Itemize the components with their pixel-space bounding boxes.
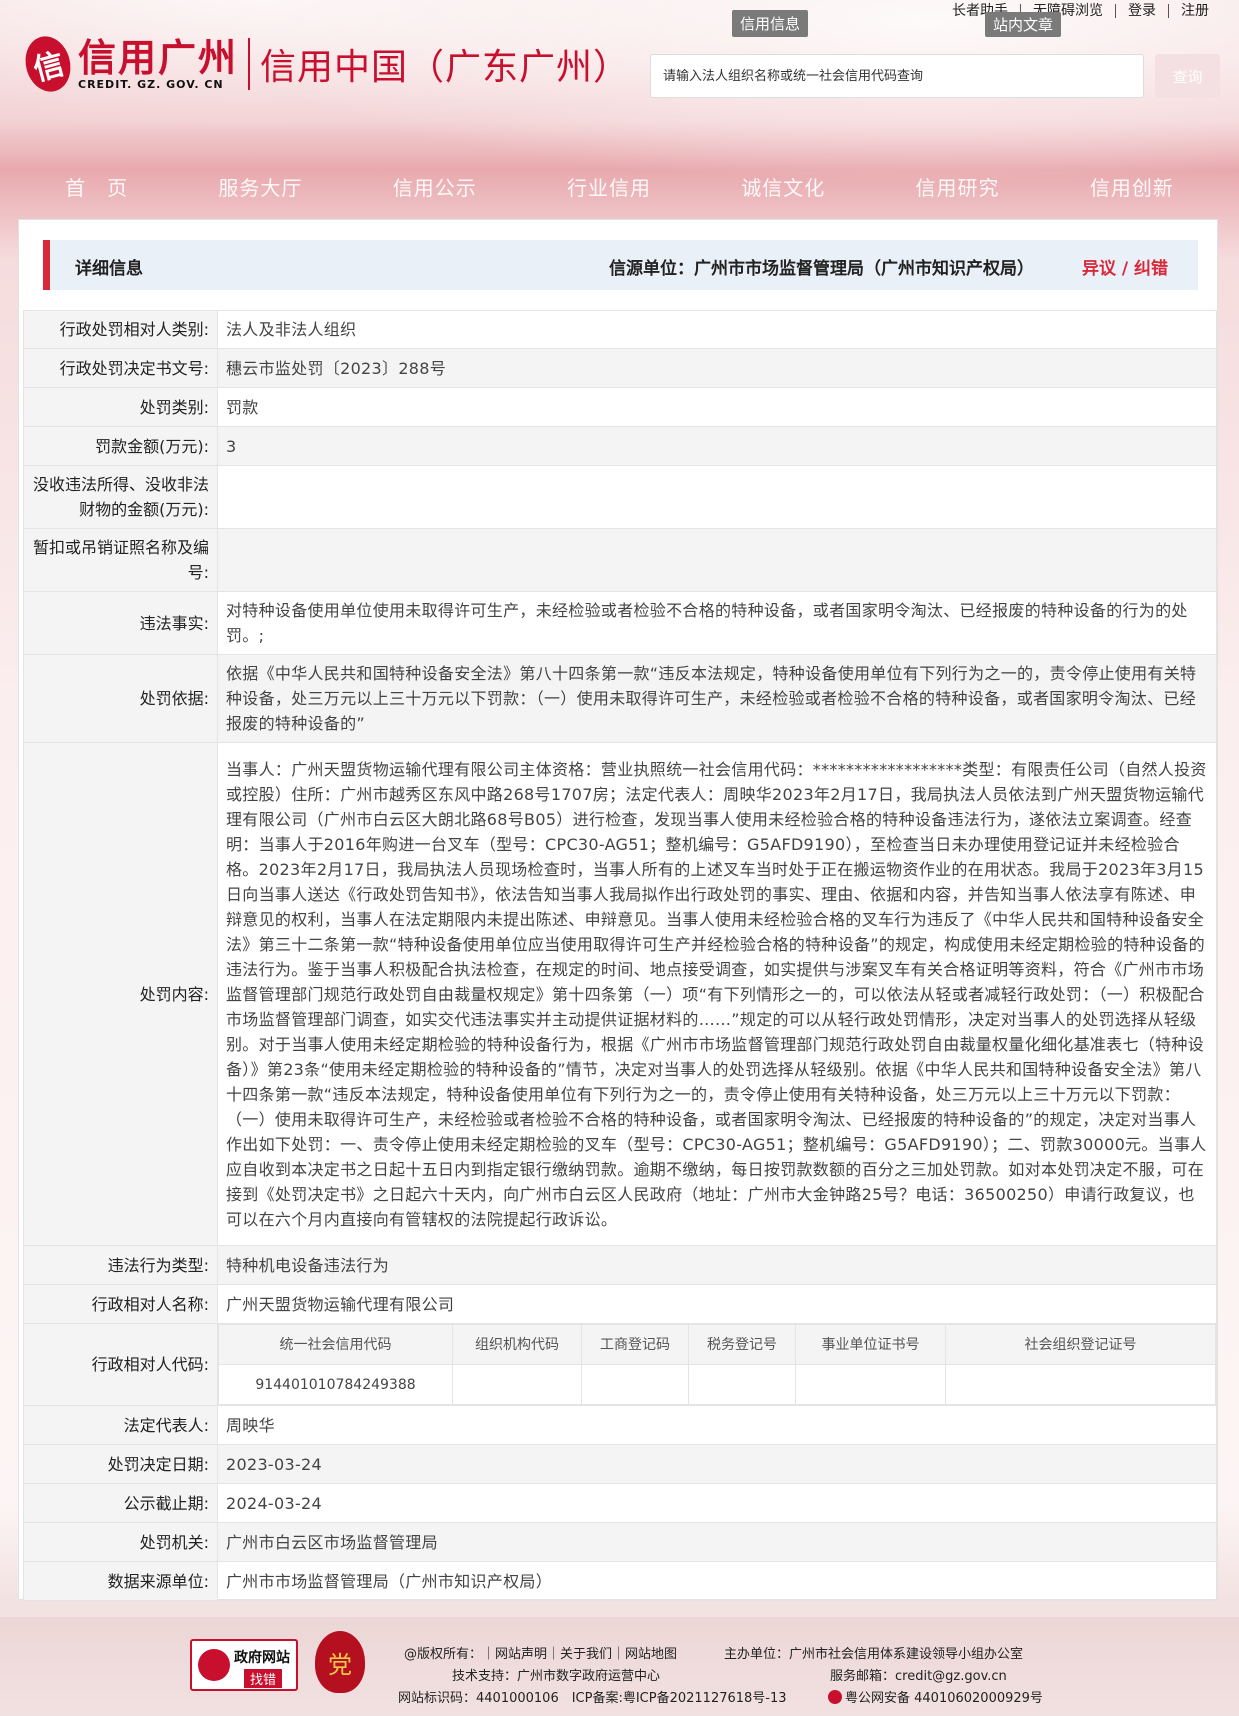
value-data-source: 广州市市场监督管理局（广州市知识产权局） xyxy=(217,1561,1217,1601)
logo-divider xyxy=(248,38,251,90)
code-header: 统一社会信用代码 xyxy=(218,1324,453,1365)
label-decision-date: 处罚决定日期: xyxy=(23,1444,218,1484)
value-decision-date: 2023-03-24 xyxy=(217,1444,1217,1484)
code-header: 工商登记码 xyxy=(581,1324,689,1365)
label-license-revocation: 暂扣或吊销证照名称及编号: xyxy=(23,528,218,592)
label-legal-rep: 法定代表人: xyxy=(23,1405,218,1445)
value-legal-rep: 周映华 xyxy=(217,1405,1217,1445)
code-value xyxy=(795,1364,946,1405)
code-value xyxy=(945,1364,1216,1405)
magnifier-icon xyxy=(198,1649,230,1681)
value-publicity-deadline: 2024-03-24 xyxy=(217,1483,1217,1523)
value-penalty-basis: 依据《中华人民共和国特种设备安全法》第八十四条第一款“违反本法规定，特种设备使用… xyxy=(217,654,1217,743)
code-header: 事业单位证书号 xyxy=(795,1324,946,1365)
label-penalty-content: 处罚内容: xyxy=(23,742,218,1246)
link-login[interactable]: 登录 xyxy=(1116,4,1169,18)
nav-credit-research[interactable]: 信用研究 xyxy=(916,172,1000,201)
label-penalty-basis: 处罚依据: xyxy=(23,654,218,743)
label-penalty-authority: 处罚机关: xyxy=(23,1522,218,1562)
nav-credit-disclosure[interactable]: 信用公示 xyxy=(393,172,477,201)
police-record-text: 粤公网安备 44010602000929号 xyxy=(845,1691,1043,1706)
value-violation-type: 特种机电设备违法行为 xyxy=(217,1245,1217,1285)
value-penalty-category: 罚款 xyxy=(217,387,1217,427)
tab-credit-info[interactable]: 信用信息 xyxy=(732,10,809,37)
code-header: 税务登记号 xyxy=(688,1324,796,1365)
nav-service-hall[interactable]: 服务大厅 xyxy=(218,172,302,201)
value-violation-facts: 对特种设备使用单位使用未取得许可生产，未经检验或者检验不合格的特种设备，或者国家… xyxy=(217,591,1217,655)
label-party-name: 行政相对人名称: xyxy=(23,1284,218,1324)
badge-title: 政府网站 xyxy=(234,1650,290,1666)
top-links: 长者助手 无障碍浏览 登录 注册 xyxy=(940,4,1221,18)
code-value: 914401010784249388 xyxy=(218,1364,453,1405)
nav-home[interactable]: 首 页 xyxy=(65,172,128,201)
party-code-cell: 统一社会信用代码 组织机构代码 工商登记码 税务登记号 事业单位证书号 社会组织… xyxy=(217,1323,1217,1406)
nav-credit-innovation[interactable]: 信用创新 xyxy=(1090,172,1174,201)
party-code-table: 统一社会信用代码 组织机构代码 工商登记码 税务登记号 事业单位证书号 社会组织… xyxy=(218,1324,1216,1405)
label-confiscation-amount: 没收违法所得、没收非法财物的金额(万元): xyxy=(23,465,218,529)
source-unit: 信源单位：广州市市场监督管理局（广州市知识产权局） xyxy=(609,259,1034,279)
label-fine-amount: 罚款金额(万元): xyxy=(23,426,218,466)
footer-email: 服务邮箱：credit@gz.gov.cn xyxy=(830,1669,1007,1684)
code-value xyxy=(688,1364,796,1405)
code-value xyxy=(581,1364,689,1405)
value-decision-number: 穗云市监处罚〔2023〕288号 xyxy=(217,348,1217,388)
value-confiscation-amount xyxy=(217,465,1217,529)
tab-site-articles[interactable]: 站内文章 xyxy=(985,12,1062,37)
site-logo[interactable]: 信 信用广州 CREDIT. GZ. GOV. CN 信用中国（广东广州） xyxy=(19,31,631,97)
value-penalty-authority: 广州市白云区市场监督管理局 xyxy=(217,1522,1217,1562)
logo-mark-icon: 信 xyxy=(19,31,77,97)
footer-icp: 网站标识码：4401000106 ICP备案:粤ICP备2021127618号-… xyxy=(398,1691,787,1706)
link-register[interactable]: 注册 xyxy=(1169,4,1221,18)
code-value xyxy=(452,1364,582,1405)
nav-industry-credit[interactable]: 行业信用 xyxy=(567,172,651,201)
value-party-category: 法人及非法人组织 xyxy=(217,310,1217,349)
value-party-name: 广州天盟货物运输代理有限公司 xyxy=(217,1284,1217,1324)
value-license-revocation xyxy=(217,528,1217,592)
footer-links[interactable]: @版权所有：｜网站声明｜关于我们｜网站地图 xyxy=(404,1643,677,1662)
label-penalty-category: 处罚类别: xyxy=(23,387,218,427)
footer-police-record: 粤公网安备 44010602000929号 xyxy=(828,1687,1043,1706)
objection-link[interactable]: 异议 / 纠错 xyxy=(1082,254,1168,279)
footer-tech-support: 技术支持：广州市数字政府运营中心 xyxy=(452,1669,661,1684)
label-data-source: 数据来源单位: xyxy=(23,1561,218,1601)
party-organ-emblem-icon[interactable]: 党 xyxy=(315,1631,365,1693)
detail-header: 详细信息 信源单位：广州市市场监督管理局（广州市知识产权局） 异议 / 纠错 xyxy=(43,240,1198,290)
logo-title: 信用广州 xyxy=(78,35,239,80)
value-fine-amount: 3 xyxy=(217,426,1217,466)
label-party-category: 行政处罚相对人类别: xyxy=(23,310,218,349)
label-violation-type: 违法行为类型: xyxy=(23,1245,218,1285)
detail-title: 详细信息 xyxy=(75,259,143,279)
code-header: 社会组织登记证号 xyxy=(945,1324,1216,1365)
police-badge-icon xyxy=(828,1690,842,1704)
badge-subtitle: 找错 xyxy=(244,1669,283,1688)
detail-panel: 详细信息 信源单位：广州市市场监督管理局（广州市知识产权局） 异议 / 纠错 行… xyxy=(18,219,1218,1601)
logo-subtitle: 信用中国（广东广州） xyxy=(260,47,631,88)
label-decision-number: 行政处罚决定书文号: xyxy=(23,348,218,388)
logo-domain: CREDIT. GZ. GOV. CN xyxy=(78,77,224,91)
code-header: 组织机构代码 xyxy=(452,1324,582,1365)
footer-host: 主办单位：广州市社会信用体系建设领导小组办公室 xyxy=(724,1647,1024,1662)
main-nav: 首 页 服务大厅 信用公示 行业信用 诚信文化 信用研究 信用创新 xyxy=(0,172,1239,201)
label-party-code: 行政相对人代码: xyxy=(23,1323,218,1406)
detail-table: 行政处罚相对人类别: 法人及非法人组织 行政处罚决定书文号: 穗云市监处罚〔2023… xyxy=(23,310,1217,1601)
nav-integrity-culture[interactable]: 诚信文化 xyxy=(741,172,825,201)
label-publicity-deadline: 公示截止期: xyxy=(23,1483,218,1523)
label-violation-facts: 违法事实: xyxy=(23,591,218,655)
search-button[interactable]: 查询 xyxy=(1155,54,1220,98)
search-input[interactable]: 请输入法人组织名称或统一社会信用代码查询 xyxy=(650,54,1144,98)
gov-site-error-badge[interactable]: 政府网站 找错 xyxy=(190,1639,298,1691)
value-penalty-content: 当事人：广州天盟货物运输代理有限公司主体资格：营业执照统一社会信用代码：****… xyxy=(217,742,1217,1246)
header-accent-bar xyxy=(43,240,50,290)
page-footer: 政府网站 找错 党 @版权所有：｜网站声明｜关于我们｜网站地图 主办单位：广州市… xyxy=(0,1617,1239,1716)
